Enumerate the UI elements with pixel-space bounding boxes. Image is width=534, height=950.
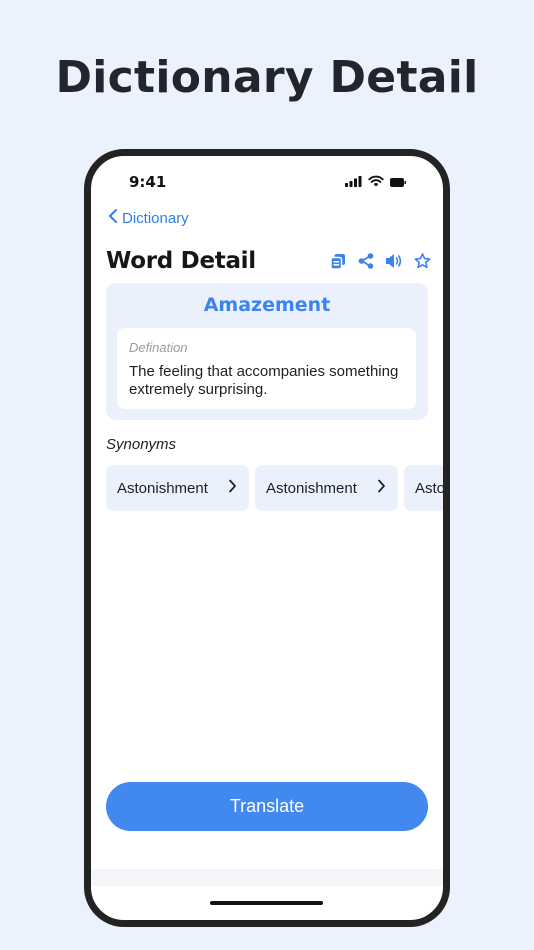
word-term: Amazement	[203, 294, 331, 316]
share-icon[interactable]	[357, 252, 375, 270]
star-icon[interactable]	[413, 252, 431, 270]
synonym-label: Astonishment	[415, 479, 443, 497]
back-button[interactable]: Dictionary	[108, 208, 189, 228]
chevron-right-icon	[228, 479, 237, 498]
cellular-signal-icon	[345, 174, 362, 192]
definition-text: The feeling that accompanies something e…	[129, 363, 399, 398]
wifi-icon	[368, 174, 384, 192]
synonym-chip[interactable]: Astonishment	[255, 465, 398, 511]
page-title: Word Detail	[106, 248, 256, 274]
synonym-label: Astonishment	[266, 479, 357, 497]
chevron-left-icon	[108, 208, 118, 228]
status-time: 9:41	[129, 173, 167, 191]
speaker-icon[interactable]	[385, 252, 403, 270]
translate-button[interactable]: Translate	[106, 782, 428, 831]
promo-title: Dictionary Detail	[55, 52, 479, 103]
header-actions	[329, 252, 431, 270]
back-label: Dictionary	[122, 209, 189, 227]
bottom-bar	[91, 869, 443, 886]
synonym-chip[interactable]: Astonishment	[106, 465, 249, 511]
status-bar: 9:41	[91, 156, 443, 200]
home-indicator	[210, 901, 323, 905]
definition-box: Defination The feeling that accompanies …	[117, 328, 416, 409]
synonyms-heading: Synonyms	[106, 436, 177, 453]
phone-frame: 9:41 Dictionary Word Detail Amazement De…	[84, 149, 450, 927]
definition-label: Defination	[129, 340, 188, 355]
synonym-label: Astonishment	[117, 479, 208, 497]
chevron-right-icon	[377, 479, 386, 498]
battery-icon	[390, 174, 406, 192]
copy-icon[interactable]	[329, 252, 347, 270]
synonym-chip[interactable]: Astonishment	[404, 465, 443, 511]
word-card: Amazement Defination The feeling that ac…	[106, 283, 428, 420]
synonyms-list[interactable]: Astonishment Astonishment Astonishment	[106, 465, 443, 511]
status-icons	[345, 174, 406, 192]
page-header: Word Detail	[106, 244, 431, 278]
